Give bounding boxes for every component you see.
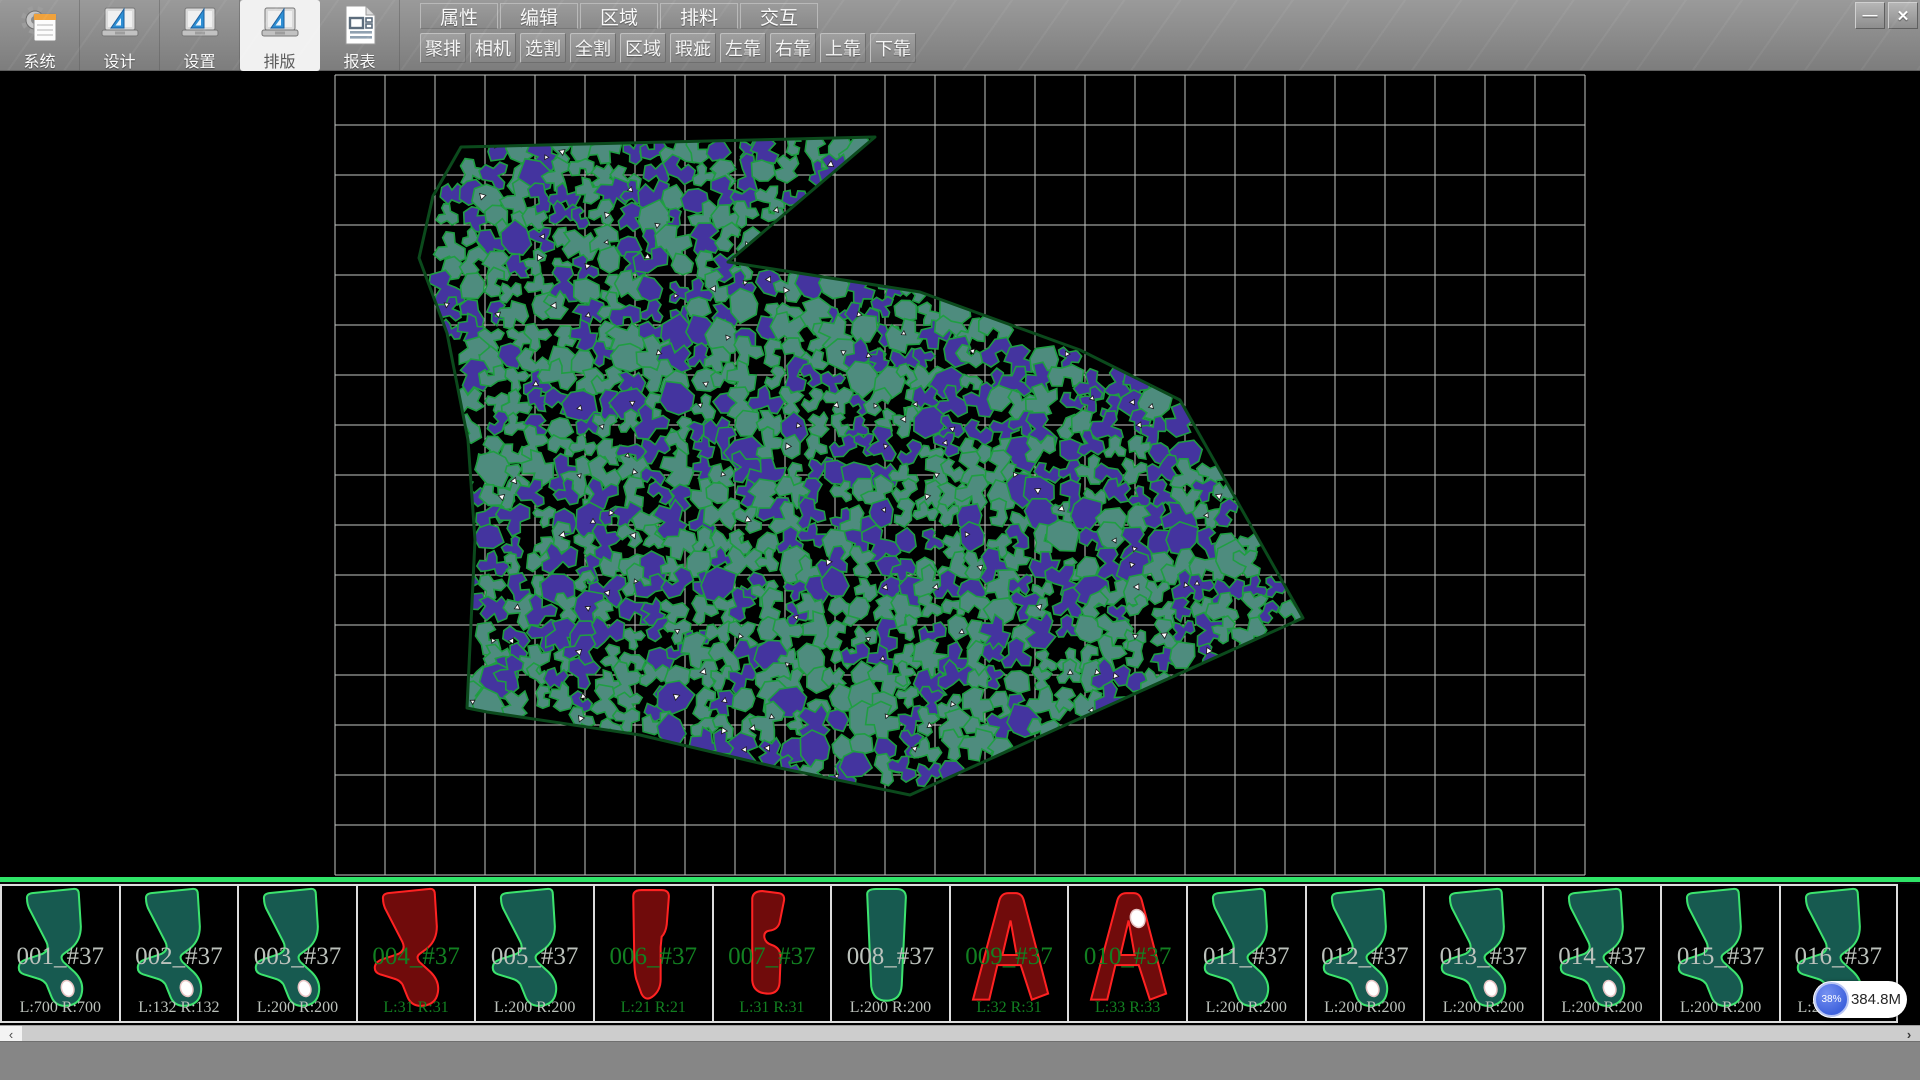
thumbnail-cell-009_#37[interactable]: 009_#37 L:32 R:31 — [949, 884, 1068, 1023]
scroll-right-arrow-icon[interactable]: › — [1898, 1026, 1920, 1042]
window-controls: — ✕ — [1855, 2, 1918, 29]
nesting-canvas[interactable] — [0, 71, 1920, 877]
scroll-left-arrow-icon[interactable]: ‹ — [0, 1026, 22, 1042]
nav-button-settings[interactable]: 设置 — [160, 0, 240, 71]
piece-lr-values: L:132 R:132 — [121, 999, 238, 1017]
thumbnail-cell-011_#37[interactable]: 011_#37 L:200 R:200 — [1186, 884, 1305, 1023]
progress-percent-badge: 38% — [1814, 982, 1849, 1017]
menu-tab-1[interactable]: 属性 — [420, 3, 498, 29]
nesting-svg — [0, 71, 1920, 877]
piece-lr-values: L:200 R:200 — [1425, 999, 1542, 1017]
minimize-button[interactable]: — — [1855, 2, 1885, 29]
piece-lr-values: L:200 R:200 — [832, 999, 949, 1017]
piece-lr-values: L:700 R:700 — [2, 999, 119, 1017]
menu-tab-2[interactable]: 编辑 — [500, 3, 578, 29]
piece-id-label: 007_#37 — [714, 943, 831, 971]
thumbnail-strip: 001_#37L:700 R:700002_#37L:132 R:132003_… — [0, 882, 1920, 1023]
thumbnail-cell-014_#37[interactable]: 014_#37 L:200 R:200 — [1542, 884, 1661, 1023]
piece-id-label: 002_#37 — [121, 943, 238, 971]
piece-lr-values: L:31 R:31 — [714, 999, 831, 1017]
piece-lr-values: L:200 R:200 — [1544, 999, 1661, 1017]
thumbnail-cell-013_#37[interactable]: 013_#37 L:200 R:200 — [1423, 884, 1542, 1023]
piece-id-label: 014_#37 — [1544, 943, 1661, 971]
menu-tab-4[interactable]: 排料 — [660, 3, 738, 29]
status-bar — [0, 1041, 1920, 1080]
command-button-4[interactable]: 全割 — [570, 33, 616, 63]
thumbnail-cell-002_#37[interactable]: 002_#37 L:132 R:132 — [119, 884, 238, 1023]
nav-button-label: 设置 — [183, 48, 215, 72]
piece-id-label: 012_#37 — [1307, 943, 1424, 971]
piece-id-label: 011_#37 — [1188, 943, 1305, 971]
nesting-icon — [258, 3, 302, 47]
piece-id-label: 004_#37 — [358, 943, 475, 971]
close-button[interactable]: ✕ — [1888, 2, 1918, 29]
nav-button-system[interactable]: 系统 — [0, 0, 80, 71]
thumbnail-cell-001_#37[interactable]: 001_#37 L:700 R:700 — [0, 884, 119, 1023]
thumbnail-cell-010_#37[interactable]: 010_#37 L:33 R:33 — [1067, 884, 1186, 1023]
piece-id-label: 001_#37 — [2, 943, 119, 971]
piece-id-label: 013_#37 — [1425, 943, 1542, 971]
piece-id-label: 015_#37 — [1662, 943, 1779, 971]
thumbnail-cell-005_#37[interactable]: 005_#37 L:200 R:200 — [474, 884, 593, 1023]
thumbnail-cell-006_#37[interactable]: 006_#37 L:21 R:21 — [593, 884, 712, 1023]
nav-button-report[interactable]: 报表 — [320, 0, 400, 71]
piece-id-label: 006_#37 — [595, 943, 712, 971]
command-button-8[interactable]: 右靠 — [770, 33, 816, 63]
command-button-1[interactable]: 聚排 — [420, 33, 466, 63]
piece-lr-values: L:200 R:200 — [476, 999, 593, 1017]
piece-lr-values: L:21 R:21 — [595, 999, 712, 1017]
command-button-row: 聚排相机选割全割区域瑕疵左靠右靠上靠下靠 — [420, 33, 920, 63]
piece-id-label: 016_#37 — [1781, 943, 1896, 971]
piece-lr-values: L:32 R:31 — [951, 999, 1068, 1017]
piece-lr-values: L:200 R:200 — [1307, 999, 1424, 1017]
menu-tab-3[interactable]: 区域 — [580, 3, 658, 29]
application-window: 系统设计设置排版报表 属性编辑区域排料交互 聚排相机选割全割区域瑕疵左靠右靠上靠… — [0, 0, 1920, 1080]
thumbnail-cell-015_#37[interactable]: 015_#37 L:200 R:200 — [1660, 884, 1779, 1023]
command-button-9[interactable]: 上靠 — [820, 33, 866, 63]
report-icon — [338, 3, 382, 47]
nav-icon-bar: 系统 设计 设置 排版 报表 — [0, 0, 400, 71]
command-button-6[interactable]: 瑕疵 — [670, 33, 716, 63]
piece-lr-values: L:200 R:200 — [1188, 999, 1305, 1017]
horizontal-scrollbar[interactable]: ‹ › — [0, 1025, 1920, 1041]
menu-tab-5[interactable]: 交互 — [740, 3, 818, 29]
thumbnail-cell-012_#37[interactable]: 012_#37 L:200 R:200 — [1305, 884, 1424, 1023]
nav-button-label: 系统 — [23, 48, 55, 72]
thumbnail-cell-003_#37[interactable]: 003_#37 L:200 R:200 — [237, 884, 356, 1023]
piece-id-label: 010_#37 — [1069, 943, 1186, 971]
nav-button-label: 排版 — [263, 48, 295, 72]
memory-value: 384.8M — [1849, 991, 1907, 1008]
thumbnail-cell-007_#37[interactable]: 007_#37 L:31 R:31 — [712, 884, 831, 1023]
thumbnail-cell-008_#37[interactable]: 008_#37 L:200 R:200 — [830, 884, 949, 1023]
nav-button-nesting[interactable]: 排版 — [240, 0, 320, 71]
piece-lr-values: L:200 R:200 — [1662, 999, 1779, 1017]
thumbnail-cell-004_#37[interactable]: 004_#37 L:31 R:31 — [356, 884, 475, 1023]
design-icon — [98, 3, 142, 47]
command-button-3[interactable]: 选割 — [520, 33, 566, 63]
piece-lr-values: L:33 R:33 — [1069, 999, 1186, 1017]
nav-button-design[interactable]: 设计 — [80, 0, 160, 71]
command-button-10[interactable]: 下靠 — [870, 33, 916, 63]
piece-lr-values: L:31 R:31 — [358, 999, 475, 1017]
command-button-2[interactable]: 相机 — [470, 33, 516, 63]
toolbar: 系统设计设置排版报表 属性编辑区域排料交互 聚排相机选割全割区域瑕疵左靠右靠上靠… — [0, 0, 1920, 71]
piece-id-label: 008_#37 — [832, 943, 949, 971]
piece-id-label: 009_#37 — [951, 943, 1068, 971]
system-icon — [18, 3, 62, 47]
settings-icon — [178, 3, 222, 47]
nested-pieces — [429, 130, 1308, 793]
piece-id-label: 003_#37 — [239, 943, 356, 971]
piece-id-label: 005_#37 — [476, 943, 593, 971]
menu-tab-row: 属性编辑区域排料交互 — [420, 3, 820, 29]
nav-button-label: 报表 — [343, 48, 375, 72]
memory-status-badge: 38% 384.8M — [1813, 981, 1907, 1018]
command-button-5[interactable]: 区域 — [620, 33, 666, 63]
piece-lr-values: L:200 R:200 — [239, 999, 356, 1017]
command-button-7[interactable]: 左靠 — [720, 33, 766, 63]
nav-button-label: 设计 — [103, 48, 135, 72]
